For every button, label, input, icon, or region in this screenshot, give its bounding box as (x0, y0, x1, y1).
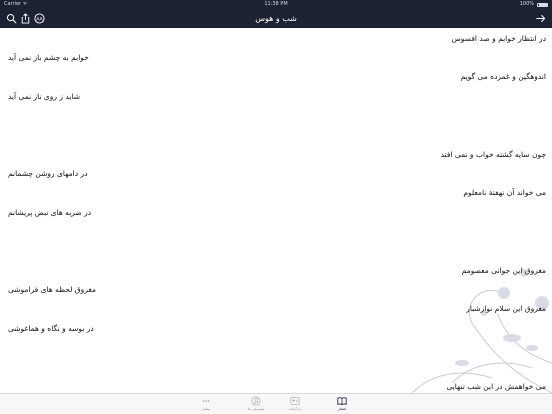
tab-bar: بیشتر موسیقی ها زندگینامه اشعار (0, 393, 552, 414)
status-time: 11:38 PM (264, 1, 288, 7)
verse-line: خوابم به چشم باز نمی آید (8, 53, 89, 62)
verse-line: شاید ز روی ناز نمی آید (8, 92, 81, 101)
verse-line: می خواهمش در این شب تنهایی (446, 382, 546, 391)
tab-label: موسیقی ها (247, 407, 265, 411)
verse-line: در ضربه های نبض پریشانم (8, 208, 92, 217)
verse-line: مغروق لحظه های فراموشی (8, 285, 97, 294)
tab-poems[interactable]: اشعار (322, 394, 362, 414)
nav-bar: AA شب و هوس (0, 9, 552, 28)
tab-more[interactable]: بیشتر (186, 394, 226, 414)
user-card-icon (290, 396, 300, 406)
tab-label: اشعار (337, 407, 347, 411)
book-icon (337, 396, 347, 406)
verse-line: چون سایه گشته خواب و نمی افتد (440, 150, 546, 159)
battery-percent: 100% (519, 1, 534, 7)
verse-line: در دامهای روشن چشمانم (8, 169, 88, 178)
tab-music[interactable]: موسیقی ها (236, 394, 276, 414)
more-icon (201, 396, 211, 406)
tab-biography[interactable]: زندگینامه (275, 394, 315, 414)
tab-label: بیشتر (201, 407, 211, 411)
verse-line: مغروق این جوانی معصومم (461, 266, 546, 275)
verse-line: در انتظار خوابم و صد افسوس (451, 34, 546, 43)
tab-label: زندگینامه (288, 407, 302, 411)
page-title: شب و هوس (255, 14, 297, 23)
verse-line: مغروق این سلام نوازشبار (466, 304, 546, 313)
forward-arrow-icon[interactable] (535, 13, 546, 24)
status-bar: Carrier ᯤ 11:38 PM 100% (0, 0, 552, 9)
verse-line: می خواند آن نهفتهٔ نامعلوم (463, 188, 546, 197)
music-icon (251, 396, 261, 406)
verse-line: اندوهگین و غمزده می گویم (460, 72, 546, 81)
battery-icon (537, 2, 548, 7)
verse-line: در بوسه و نگاه و هماغوشی (8, 324, 94, 333)
poem-content[interactable]: در انتظار خوابم و صد افسوس خوابم به چشم … (0, 28, 552, 393)
